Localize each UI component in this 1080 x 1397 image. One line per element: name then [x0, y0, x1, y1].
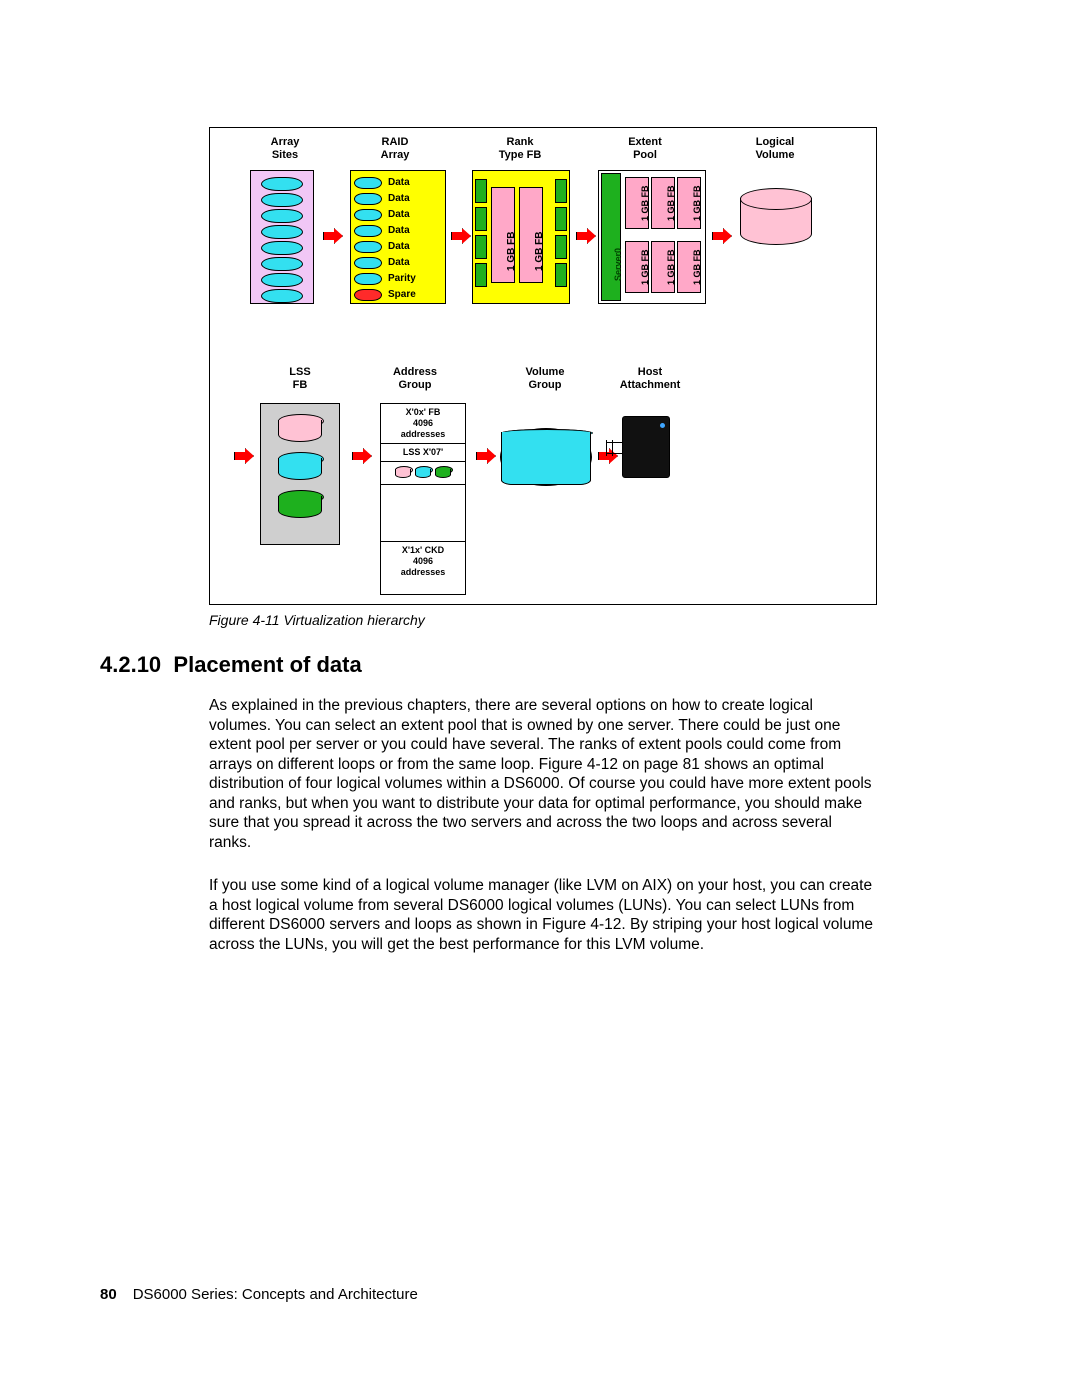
- tiny-volume-icon: [435, 466, 451, 478]
- arrow-icon: [352, 448, 372, 464]
- raid-row-label: Data: [388, 177, 410, 188]
- disk-icon: [261, 289, 303, 303]
- figure-caption: Figure 4-11 Virtualization hierarchy: [209, 612, 425, 628]
- disk-icon: [261, 273, 303, 287]
- header-array-sites: Array Sites: [245, 136, 325, 162]
- raid-row-label: Data: [388, 193, 410, 204]
- header-logical-volume: Logical Volume: [735, 136, 815, 162]
- section-title: Placement of data: [173, 652, 361, 677]
- disk-icon: [261, 225, 303, 239]
- server-label: Server0: [613, 248, 623, 281]
- arrow-icon: [476, 448, 496, 464]
- book-title: DS6000 Series: Concepts and Architecture: [133, 1286, 418, 1303]
- page-footer: 80 DS6000 Series: Concepts and Architectu…: [100, 1286, 418, 1303]
- extent-pool-box: Server0 1 GB FB 1 GB FB 1 GB FB 1 GB FB …: [598, 170, 706, 304]
- extent-block-label: 1 GB FB: [666, 185, 676, 221]
- arrow-icon: [234, 448, 254, 464]
- array-sites-box: [250, 170, 314, 304]
- header-volume-group: Volume Group: [505, 366, 585, 392]
- address-group-box: X'0x' FB 4096 addresses LSS X'07' X'1x' …: [380, 403, 466, 595]
- header-address-group: Address Group: [375, 366, 455, 392]
- header-extent-pool: Extent Pool: [605, 136, 685, 162]
- lss-box: [260, 403, 340, 545]
- header-raid-array: RAID Array: [355, 136, 435, 162]
- logical-volume-cylinder: [740, 198, 810, 244]
- lss-volume-icon: [278, 452, 322, 480]
- ag-top-cell: X'0x' FB 4096 addresses: [381, 404, 465, 444]
- page-number: 80: [100, 1286, 117, 1303]
- body-paragraph: As explained in the previous chapters, t…: [209, 696, 877, 852]
- arrow-icon: [451, 228, 471, 244]
- raid-array-box: Data Data Data Data Data Data Parity Spa…: [350, 170, 446, 304]
- ag-mini-row: [381, 462, 465, 485]
- ag-mid-cell: LSS X'07': [381, 444, 465, 462]
- ag-bottom-cell: X'1x' CKD 4096 addresses: [381, 542, 465, 581]
- raid-row-label: Data: [388, 241, 410, 252]
- disk-icon: [261, 241, 303, 255]
- lss-volume-icon: [278, 414, 322, 442]
- rank-extent-label: 1 GB FB: [506, 232, 517, 271]
- tiny-volume-icon: [395, 466, 411, 478]
- extent-block-label: 1 GB FB: [640, 185, 650, 221]
- header-host-attachment: Host Attachment: [610, 366, 690, 392]
- arrow-icon: [712, 228, 732, 244]
- rank-extent-label: 1 GB FB: [534, 232, 545, 271]
- header-rank: Rank Type FB: [480, 136, 560, 162]
- extent-block-label: 1 GB FB: [692, 185, 702, 221]
- arrow-icon: [576, 228, 596, 244]
- lss-volume-icon: [278, 490, 322, 518]
- extent-block-label: 1 GB FB: [692, 249, 702, 285]
- tiny-volume-icon: [415, 466, 431, 478]
- raid-row-label: Parity: [388, 273, 416, 284]
- figure-virtualization-hierarchy: Array Sites RAID Array Rank Type FB Exte…: [209, 127, 877, 605]
- disk-icon: [261, 209, 303, 223]
- disk-icon: [261, 257, 303, 271]
- disk-icon: [261, 177, 303, 191]
- header-lss: LSS FB: [260, 366, 340, 392]
- raid-row-label: Data: [388, 257, 410, 268]
- raid-row-label: Data: [388, 209, 410, 220]
- host-server-icon: [622, 416, 670, 478]
- section-heading: 4.2.10 Placement of data: [100, 652, 362, 678]
- section-number: 4.2.10: [100, 652, 161, 677]
- volume-group-ellipse: [500, 428, 592, 486]
- page: Array Sites RAID Array Rank Type FB Exte…: [0, 0, 1080, 1397]
- raid-row-label: Data: [388, 225, 410, 236]
- extent-block-label: 1 GB FB: [640, 249, 650, 285]
- raid-row-label: Spare: [388, 289, 416, 300]
- disk-icon: [261, 193, 303, 207]
- body-paragraph: If you use some kind of a logical volume…: [209, 876, 877, 954]
- arrow-icon: [323, 228, 343, 244]
- extent-block-label: 1 GB FB: [666, 249, 676, 285]
- server-tab: [601, 173, 621, 301]
- rank-box: 1 GB FB 1 GB FB: [472, 170, 570, 304]
